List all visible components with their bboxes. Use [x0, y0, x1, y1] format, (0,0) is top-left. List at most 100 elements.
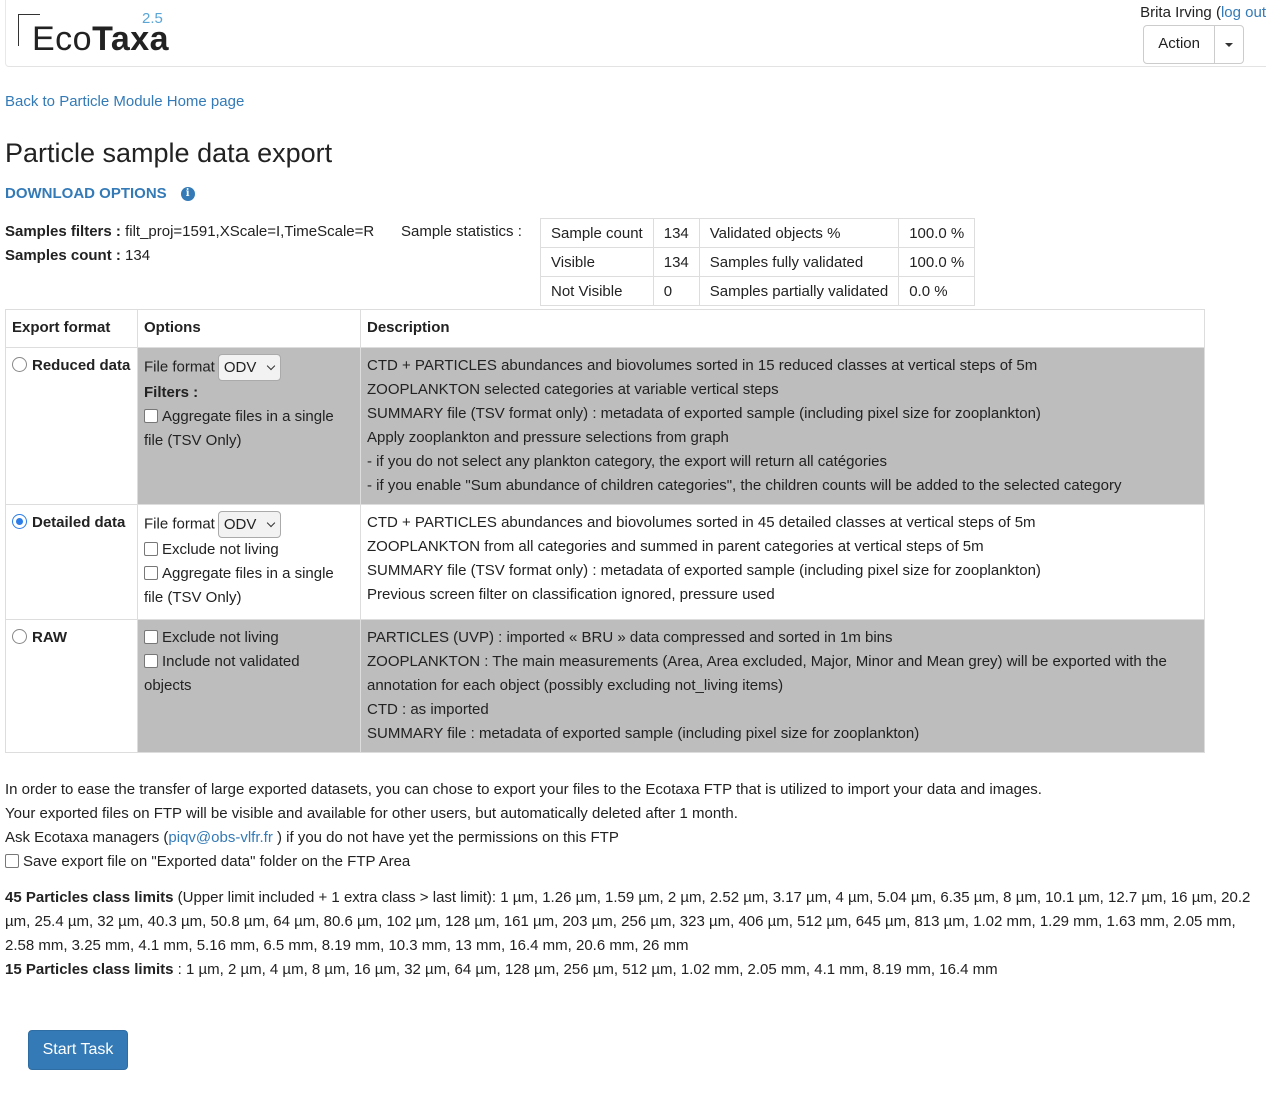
options-cell: File format ODV Filters : Aggregate files…	[137, 347, 361, 505]
detailed-file-format-select[interactable]: ODV	[217, 511, 282, 538]
header-export-format: Export format	[5, 309, 138, 348]
ftp-text: Ask Ecotaxa managers (piqv@obs-vlfr.fr )…	[5, 826, 1042, 850]
stat-cell: 100.0 %	[898, 218, 976, 248]
page-title: Particle sample data export	[5, 138, 333, 168]
exclude-label: Exclude not living	[162, 629, 279, 646]
description-line: CTD + PARTICLES abundances and biovolume…	[367, 357, 1038, 374]
ftp-email-link[interactable]: piqv@obs-vlfr.fr	[168, 829, 272, 846]
sample-filters: Samples filters : filt_proj=1591,XScale=…	[5, 220, 374, 268]
options-cell: File format ODV Exclude not living Aggreg…	[137, 504, 361, 620]
raw-exclude-checkbox[interactable]	[144, 630, 158, 644]
description-line: SUMMARY file (TSV format only) : metadat…	[367, 562, 1041, 579]
description-line: PARTICLES (UVP) : imported « BRU » data …	[367, 629, 893, 646]
stat-cell: 100.0 %	[898, 247, 976, 277]
description-line: SUMMARY file : metadata of exported samp…	[367, 725, 920, 742]
export-row-reduced: Reduced data File format ODV Filters : Ag…	[5, 347, 1205, 505]
ftp-managers-text: Ask Ecotaxa managers (	[5, 829, 169, 846]
detailed-data-label[interactable]: Detailed data	[32, 514, 125, 531]
class-limits: 45 Particles class limits (Upper limit i…	[5, 886, 1266, 982]
download-options[interactable]: DOWNLOAD OPTIONS i	[5, 185, 195, 202]
aggregate-label: Aggregate files in a single	[162, 408, 334, 425]
user-name: Brita Irving	[1140, 4, 1212, 21]
description-line: CTD + PARTICLES abundances and biovolume…	[367, 514, 1036, 531]
description-line: ZOOPLANKTON selected categories at varia…	[367, 381, 779, 398]
reduced-data-label[interactable]: Reduced data	[32, 357, 130, 374]
raw-label[interactable]: RAW	[32, 629, 67, 646]
action-button[interactable]: Action	[1144, 26, 1215, 63]
format-cell[interactable]: Detailed data	[5, 504, 138, 620]
action-dropdown[interactable]: Action	[1143, 25, 1244, 64]
samples-filters-value: filt_proj=1591,XScale=I,TimeScale=R	[125, 223, 375, 240]
stat-cell: Validated objects %	[698, 218, 900, 248]
samples-count-label: Samples count :	[5, 247, 121, 264]
aggregate-label-cont: file (TSV Only)	[144, 432, 242, 449]
header-options: Options	[137, 309, 361, 348]
description-line: ZOOPLANKTON : The main measurements (Are…	[367, 653, 1167, 670]
ecotaxa-logo[interactable]: EcoTaxa 2.5	[16, 10, 196, 58]
ftp-text: Your exported files on FTP will be visib…	[5, 805, 738, 822]
caret-down-icon[interactable]	[1215, 26, 1243, 63]
detailed-data-radio[interactable]	[12, 514, 27, 529]
ftp-text: In order to ease the transfer of large e…	[5, 781, 1042, 798]
save-ftp-label: Save export file on "Exported data" fold…	[23, 853, 411, 870]
aggregate-label: Aggregate files in a single	[162, 565, 334, 582]
raw-radio[interactable]	[12, 629, 27, 644]
limits-15-values: : 1 µm, 2 µm, 4 µm, 8 µm, 16 µm, 32 µm, …	[173, 961, 998, 978]
limits-45-values: (Upper limit included + 1 extra class > …	[5, 889, 1251, 954]
description-line: annotation for each object (possibly exc…	[367, 677, 784, 694]
table-header-row: Export format Options Description	[5, 309, 1205, 348]
user-info: Brita Irving (log out	[1140, 4, 1266, 21]
filters-label: Filters :	[144, 384, 199, 401]
table-row: Sample count 134 Validated objects % 100…	[540, 218, 976, 248]
description-line: - if you enable "Sum abundance of childr…	[367, 477, 1122, 494]
description-cell: PARTICLES (UVP) : imported « BRU » data …	[360, 619, 1205, 753]
description-line: Apply zooplankton and pressure selection…	[367, 429, 729, 446]
detailed-aggregate-checkbox[interactable]	[144, 566, 158, 580]
description-line: CTD : as imported	[367, 701, 489, 718]
export-row-raw: RAW Exclude not living Include not valid…	[5, 619, 1205, 753]
ftp-permission-text: ) if you do not have yet the permissions…	[272, 829, 619, 846]
stat-cell: 0	[652, 276, 700, 306]
table-row: Visible 134 Samples fully validated 100.…	[540, 247, 976, 277]
format-cell[interactable]: RAW	[5, 619, 138, 753]
export-format-table: Export format Options Description Reduce…	[5, 309, 1205, 753]
samples-count-value: 134	[125, 247, 151, 264]
back-to-home-link[interactable]: Back to Particle Module Home page	[5, 93, 244, 110]
description-line: SUMMARY file (TSV format only) : metadat…	[367, 405, 1041, 422]
stat-cell: Samples fully validated	[698, 247, 900, 277]
limits-45-label: 45 Particles class limits	[5, 889, 174, 906]
stat-cell: Visible	[540, 247, 654, 277]
export-row-detailed: Detailed data File format ODV Exclude not…	[5, 504, 1205, 620]
aggregate-label-cont: file (TSV Only)	[144, 589, 242, 606]
stat-cell: 134	[652, 218, 700, 248]
file-format-label: File format	[144, 515, 215, 533]
options-cell: Exclude not living Include not validated…	[137, 619, 361, 753]
info-icon[interactable]: i	[180, 186, 195, 201]
limits-15: 15 Particles class limits : 1 µm, 2 µm, …	[5, 958, 1266, 982]
chevron-down-icon	[267, 518, 276, 528]
format-cell[interactable]: Reduced data	[5, 347, 138, 505]
file-format-label: File format	[144, 358, 215, 376]
reduced-data-radio[interactable]	[12, 357, 27, 372]
reduced-aggregate-checkbox[interactable]	[144, 409, 158, 423]
logout-link[interactable]: log out	[1221, 4, 1266, 21]
sample-statistics-table: Sample count 134 Validated objects % 100…	[540, 218, 976, 306]
raw-include-not-validated-checkbox[interactable]	[144, 654, 158, 668]
download-options-label[interactable]: DOWNLOAD OPTIONS	[5, 185, 167, 202]
stat-cell: 134	[652, 247, 700, 277]
table-row: Not Visible 0 Samples partially validate…	[540, 276, 976, 306]
ftp-section: In order to ease the transfer of large e…	[5, 778, 1042, 874]
select-value: ODV	[223, 516, 257, 533]
limits-45: 45 Particles class limits (Upper limit i…	[5, 886, 1266, 958]
sample-statistics-label: Sample statistics :	[401, 223, 522, 240]
logo-version: 2.5	[142, 10, 163, 27]
stat-cell: Sample count	[540, 218, 654, 248]
start-task-button[interactable]: Start Task	[28, 1030, 128, 1070]
description-line: Previous screen filter on classification…	[367, 586, 775, 603]
description-line: - if you do not select any plankton cate…	[367, 453, 887, 470]
header-description: Description	[360, 309, 1205, 348]
save-ftp-checkbox[interactable]	[5, 854, 19, 868]
reduced-file-format-select[interactable]: ODV	[217, 354, 282, 381]
detailed-exclude-checkbox[interactable]	[144, 542, 158, 556]
stat-cell: 0.0 %	[898, 276, 976, 306]
